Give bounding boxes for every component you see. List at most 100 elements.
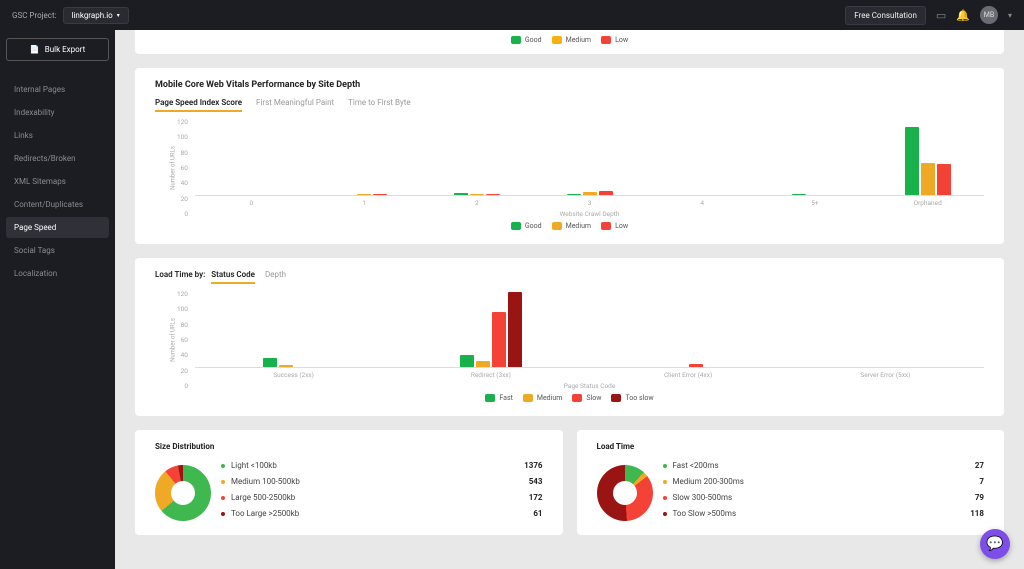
subtab[interactable]: Time to First Byte [348,98,410,112]
legend-item: Low [601,222,628,230]
chat-fab[interactable]: 💬 [980,529,1010,559]
legend-label: Medium [537,394,562,402]
subtab[interactable]: First Meaningful Paint [256,98,334,112]
legend-label: Slow [586,394,601,402]
legend-swatch [601,36,611,44]
dist-label: Light <100kb [231,461,277,470]
sidebar-item[interactable]: Indexability [6,102,109,123]
bullet [221,496,225,500]
legend-label: Low [615,36,628,44]
bar [921,163,935,196]
dist-label: Medium 100-500kb [231,477,300,486]
sidebar-item[interactable]: Page Speed [6,217,109,238]
load-time-legend: Fast Medium Slow Too slow [155,394,984,402]
legend-label: Medium [566,36,591,44]
plot-area [195,290,984,368]
gsc-project-value: linkgraph.io [72,11,113,20]
category-group [590,364,787,367]
topbar-right: Free Consultation ▭ 🔔 MB ▾ [845,6,1012,25]
dist-row: Medium 200-300ms7 [663,477,985,486]
legend-good: Good [511,36,542,44]
sidebar: 📄 Bulk Export Internal PagesIndexability… [0,30,115,569]
bullet [663,496,667,500]
bell-icon[interactable]: 🔔 [956,9,970,22]
legend-swatch [601,222,611,230]
sidebar-item[interactable]: Localization [6,263,109,284]
legend-swatch [572,394,582,402]
wallet-icon[interactable]: ▭ [936,9,946,22]
bulk-export-button[interactable]: 📄 Bulk Export [6,38,109,61]
gsc-project-label: GSC Project: [12,11,57,20]
x-axis-label: Page Status Code [195,382,984,390]
x-tick: Success (2xx) [195,371,392,379]
bullet [663,480,667,484]
bullet [663,512,667,516]
legend-label: Too slow [625,394,653,402]
sidebar-item[interactable]: Redirects/Broken [6,148,109,169]
sidebar-item[interactable]: Links [6,125,109,146]
bar [460,355,474,367]
sidebar-item[interactable]: XML Sitemaps [6,171,109,192]
subtab[interactable]: Depth [265,270,286,284]
dist-value: 543 [529,477,543,486]
y-ticks: 120100806040200 [177,290,188,390]
x-tick: 1 [308,199,421,207]
load-time-donut-card: Load Time Fast <200ms27 Medium 200-300ms7… [577,430,1005,535]
dist-label: Slow 300-500ms [673,493,733,502]
bar [263,358,277,367]
gsc-project-dropdown[interactable]: linkgraph.io ▾ [63,7,129,24]
dist-value: 172 [529,493,543,502]
legend-item: Medium [552,222,591,230]
legend-item: Too slow [611,394,653,402]
donut-row: Size Distribution Light <100kb1376Medium… [135,430,1004,535]
bar [357,194,371,195]
bar [486,194,500,195]
load-time-prefix: Load Time by: [155,270,205,279]
avatar[interactable]: MB [980,6,998,24]
category-group [392,292,589,367]
dist-label: Too Slow >500ms [673,509,737,518]
dist-value: 1376 [524,461,542,470]
dist-value: 7 [979,477,984,486]
cwv-chart: Number of URLs 120100806040200 012345+Or… [155,118,984,218]
sidebar-item[interactable]: Internal Pages [6,79,109,100]
legend-item: Medium [523,394,562,402]
subtab[interactable]: Page Speed Index Score [155,98,242,112]
subtab[interactable]: Status Code [211,270,255,284]
plot-area [195,118,984,196]
bar [373,194,387,195]
bar [279,365,293,367]
legend-label: Medium [566,222,591,230]
bar [470,194,484,195]
x-tick: Server Error (5xx) [787,371,984,379]
legend-row: Good Medium Low [155,36,984,44]
dist-value: 118 [970,509,984,518]
card-title: Load Time [597,442,985,451]
category-group [871,127,984,195]
legend-swatch [511,36,521,44]
free-consultation-button[interactable]: Free Consultation [845,6,926,25]
load-list: Fast <200ms27 Medium 200-300ms7 Slow 300-5… [663,461,985,521]
sidebar-item[interactable]: Content/Duplicates [6,194,109,215]
legend-swatch [511,222,521,230]
bullet [221,464,225,468]
sidebar-item[interactable]: Social Tags [6,240,109,261]
legend-swatch [485,394,495,402]
legend-label: Fast [499,394,512,402]
topbar-left: GSC Project: linkgraph.io ▾ [12,7,129,24]
x-ticks: 012345+Orphaned [195,199,984,207]
x-tick: 0 [195,199,308,207]
x-tick: 3 [533,199,646,207]
legend-label: Good [525,222,542,230]
category-group [195,358,392,367]
chevron-down-icon[interactable]: ▾ [1008,11,1012,20]
y-axis-label: Number of URLs [169,318,176,362]
load-donut-chart [597,465,653,521]
load-time-chart: Number of URLs 120100806040200 Success (… [155,290,984,390]
dist-value: 79 [975,493,984,502]
card-title: Mobile Core Web Vitals Performance by Si… [155,80,984,90]
dist-row: Fast <200ms27 [663,461,985,470]
bar [567,194,581,195]
x-tick: Client Error (4xx) [590,371,787,379]
dist-row: Large 500-2500kb172 [221,493,543,502]
